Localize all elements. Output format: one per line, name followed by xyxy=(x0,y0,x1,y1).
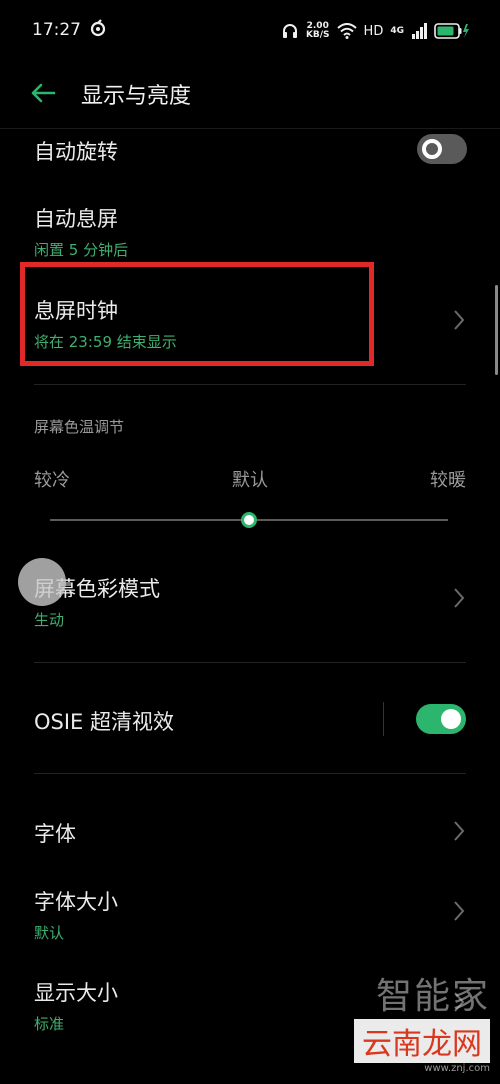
slider-label-default: 默认 xyxy=(232,470,268,491)
setting-subtitle: 默认 xyxy=(34,924,65,942)
divider xyxy=(34,662,466,663)
app-header: 显示与亮度 xyxy=(0,62,500,126)
toggle-knob xyxy=(441,709,461,729)
status-bar: 17:27 2.00 KB/S HD 4G xyxy=(0,0,500,62)
back-arrow-icon[interactable] xyxy=(28,78,58,108)
chevron-right-icon xyxy=(454,588,465,608)
setting-title: 字体 xyxy=(34,822,76,846)
divider xyxy=(34,773,466,774)
auto-rotate-toggle[interactable] xyxy=(417,134,467,164)
hd-indicator: HD xyxy=(363,23,384,39)
status-time: 17:27 xyxy=(32,20,81,40)
setting-title: 屏幕色彩模式 xyxy=(34,577,160,601)
notification-icon xyxy=(90,19,106,37)
vertical-divider xyxy=(383,702,384,736)
setting-title: OSIE 超清视效 xyxy=(34,710,174,734)
setting-osie[interactable]: OSIE 超清视效 xyxy=(34,706,466,736)
setting-title: 字体大小 xyxy=(34,890,118,914)
status-icons: 2.00 KB/S HD 4G xyxy=(281,18,470,44)
setting-title: 自动息屏 xyxy=(34,207,118,231)
network-speed: 2.00 KB/S xyxy=(306,22,330,40)
slider-label-warm: 较暖 xyxy=(430,470,466,491)
signal-icon xyxy=(412,23,427,39)
header-divider xyxy=(0,128,500,129)
setting-font-size[interactable]: 字体大小 默认 xyxy=(34,886,466,943)
network-type: 4G xyxy=(390,26,404,36)
setting-auto-rotate[interactable]: 自动旋转 xyxy=(34,136,466,166)
chevron-right-icon xyxy=(454,821,465,841)
setting-subtitle: 闲置 5 分钟后 xyxy=(34,241,129,259)
color-temp-section-label: 屏幕色温调节 xyxy=(34,418,125,436)
setting-color-mode[interactable]: 屏幕色彩模式 生动 xyxy=(34,573,466,630)
watermark-line3: www.znj.com xyxy=(424,1063,490,1074)
color-temp-slider-thumb[interactable] xyxy=(241,512,257,528)
watermark-line2: 云南龙网 xyxy=(354,1019,490,1063)
chevron-right-icon xyxy=(454,901,465,921)
scrollbar[interactable] xyxy=(495,285,498,375)
network-speed-unit: KB/S xyxy=(305,30,330,40)
setting-font[interactable]: 字体 xyxy=(34,818,466,848)
page-title: 显示与亮度 xyxy=(81,84,192,109)
setting-title: 自动旋转 xyxy=(34,140,118,164)
battery-charging-icon xyxy=(434,23,469,39)
osie-toggle[interactable] xyxy=(416,704,466,734)
divider xyxy=(34,384,466,385)
wifi-icon xyxy=(336,23,357,39)
chevron-right-icon xyxy=(454,310,465,330)
highlight-box xyxy=(20,262,374,366)
settings-screen: 17:27 2.00 KB/S HD 4G 显示与亮度 自动旋转 自动息屏 闲置… xyxy=(0,0,500,1084)
watermark-line1: 智能家 xyxy=(375,976,490,1017)
setting-subtitle: 生动 xyxy=(34,611,65,629)
toggle-knob xyxy=(422,139,442,159)
floating-avatar[interactable] xyxy=(18,558,66,606)
setting-auto-screen-off[interactable]: 自动息屏 闲置 5 分钟后 xyxy=(34,203,466,260)
slider-label-cool: 较冷 xyxy=(34,470,70,491)
watermark: 智能家 云南龙网 www.znj.com xyxy=(354,967,490,1074)
headphones-icon xyxy=(282,24,297,38)
